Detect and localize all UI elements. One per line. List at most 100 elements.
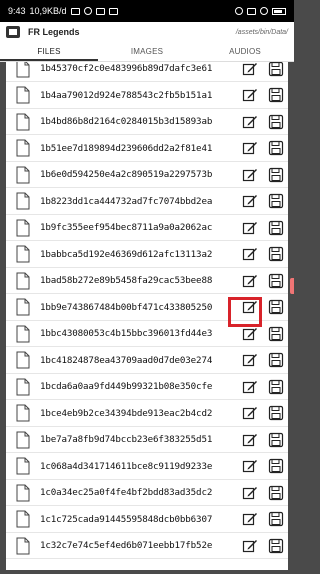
file-row[interactable]: 1c32c7e74c5ef4ed6b071eebb17fb52e <box>6 533 288 559</box>
file-row[interactable]: 1be7a7a8fb9d74bccb23e6f383255d51 <box>6 427 288 453</box>
app-title: FR Legends <box>28 27 80 37</box>
file-row[interactable]: 1b8223dd1ca444732ad7fc7074bbd2ea <box>6 189 288 215</box>
file-icon <box>16 510 30 528</box>
file-name: 1c0a34ec25a0f4fe4bf2bdd83ad35dc2 <box>40 487 213 498</box>
file-name: 1c068a4d341714611bce8c9119d9233e <box>40 460 213 472</box>
edit-icon[interactable] <box>240 431 260 449</box>
save-icon[interactable] <box>266 192 286 210</box>
file-name: 1c1c725cada91445595848dcb0bb6307 <box>40 513 213 525</box>
file-name: 1bcda6a0aa9fd449b99321b08e350cfe <box>40 381 213 392</box>
battery-icon <box>272 7 286 15</box>
file-row[interactable]: 1b45370cf2c0e483996b89d7dafc3e61 <box>6 62 288 82</box>
file-icon <box>16 192 30 210</box>
edit-icon[interactable] <box>240 325 260 343</box>
edit-icon[interactable] <box>240 537 260 555</box>
file-row[interactable]: 1b4bd86b8d2164c0284015b3d15893ab <box>6 109 288 135</box>
status-bar: 9:43 10,9KB/d <box>0 0 294 22</box>
file-row[interactable]: 1b6e0d594250e4a2c890519a2297573b <box>6 162 288 188</box>
save-icon[interactable] <box>266 484 286 502</box>
edit-icon[interactable] <box>240 404 260 422</box>
file-name: 1b4aa79012d924e788543c2fb5b151a1 <box>40 89 213 101</box>
wifi-icon <box>260 7 268 15</box>
file-icon <box>16 484 30 502</box>
save-icon[interactable] <box>266 404 286 422</box>
scroll-indicator[interactable] <box>290 278 294 294</box>
file-name: 1c32c7e74c5ef4ed6b071eebb17fb52e <box>40 540 213 551</box>
edit-icon[interactable] <box>240 510 260 528</box>
file-row[interactable]: 1bce4eb9b2ce34394bde913eac2b4cd2 <box>6 401 288 427</box>
save-icon[interactable] <box>266 298 286 316</box>
tab-audios[interactable]: AUDIOS <box>196 42 294 61</box>
edit-icon[interactable] <box>240 113 260 131</box>
file-icon <box>16 245 30 263</box>
tab-files[interactable]: FILES <box>0 42 98 61</box>
notification-icon <box>108 7 118 15</box>
edit-icon[interactable] <box>240 139 260 157</box>
file-icon <box>16 139 30 157</box>
file-icon <box>16 404 30 422</box>
save-icon[interactable] <box>266 62 286 78</box>
tab-bar: FILES IMAGES AUDIOS <box>0 42 294 62</box>
save-icon[interactable] <box>266 245 286 263</box>
app-logo-icon <box>6 26 20 38</box>
save-icon[interactable] <box>266 431 286 449</box>
tab-images[interactable]: IMAGES <box>98 42 196 61</box>
file-name: 1bb9e743867484b00bf471c433805250 <box>40 301 213 313</box>
file-row[interactable]: 1bad58b272e89b5458fa29cac53bee88 <box>6 268 288 294</box>
file-name: 1bce4eb9b2ce34394bde913eac2b4cd2 <box>40 407 213 419</box>
edit-icon[interactable] <box>240 351 260 369</box>
file-row[interactable]: 1b4aa79012d924e788543c2fb5b151a1 <box>6 83 288 109</box>
file-name: 1b6e0d594250e4a2c890519a2297573b <box>40 169 213 180</box>
highlight-box <box>228 297 262 327</box>
assets-path: /assets/bin/Data/ <box>235 28 288 36</box>
file-name: 1b8223dd1ca444732ad7fc7074bbd2ea <box>40 195 213 207</box>
alarm-icon <box>235 7 243 15</box>
save-icon[interactable] <box>266 86 286 104</box>
file-icon <box>16 86 30 104</box>
edit-icon[interactable] <box>240 272 260 290</box>
file-row[interactable]: 1bc41824878ea43709aad0d7de03e274 <box>6 348 288 374</box>
file-name: 1b9fc355eef954bec8711a9a0a2062ac <box>40 222 213 233</box>
edit-icon[interactable] <box>240 457 260 475</box>
save-icon[interactable] <box>266 351 286 369</box>
file-name: 1bc41824878ea43709aad0d7de03e274 <box>40 354 213 366</box>
status-time: 9:43 <box>8 6 26 16</box>
file-row[interactable]: 1c1c725cada91445595848dcb0bb6307 <box>6 507 288 533</box>
file-name: 1babbca5d192e46369d612afc13113a2 <box>40 248 213 260</box>
edit-icon[interactable] <box>240 245 260 263</box>
save-icon[interactable] <box>266 113 286 131</box>
save-icon[interactable] <box>266 378 286 396</box>
signal-icon <box>247 7 256 15</box>
status-right <box>235 7 286 15</box>
edit-icon[interactable] <box>240 219 260 237</box>
file-row[interactable]: 1c068a4d341714611bce8c9119d9233e <box>6 454 288 480</box>
save-icon[interactable] <box>266 457 286 475</box>
save-icon[interactable] <box>266 166 286 184</box>
save-icon[interactable] <box>266 272 286 290</box>
save-icon[interactable] <box>266 139 286 157</box>
headphones-icon <box>83 7 92 15</box>
edit-icon[interactable] <box>240 484 260 502</box>
file-row[interactable]: 1b9fc355eef954bec8711a9a0a2062ac <box>6 215 288 241</box>
edit-icon[interactable] <box>240 86 260 104</box>
file-row[interactable]: 1c0a34ec25a0f4fe4bf2bdd83ad35dc2 <box>6 480 288 506</box>
file-icon <box>16 113 30 131</box>
edit-icon[interactable] <box>240 378 260 396</box>
edit-icon[interactable] <box>240 192 260 210</box>
file-icon <box>16 272 30 290</box>
save-icon[interactable] <box>266 219 286 237</box>
file-row[interactable]: 1b51ee7d189894d239606dd2a2f81e41 <box>6 136 288 162</box>
status-network-speed: 10,9KB/d <box>29 6 67 16</box>
edit-icon[interactable] <box>240 62 260 78</box>
file-icon <box>16 351 30 369</box>
file-name: 1b51ee7d189894d239606dd2a2f81e41 <box>40 142 213 154</box>
file-name: 1bad58b272e89b5458fa29cac53bee88 <box>40 275 213 286</box>
file-icon <box>16 537 30 555</box>
save-icon[interactable] <box>266 537 286 555</box>
file-icon <box>16 219 30 237</box>
file-row[interactable]: 1babbca5d192e46369d612afc13113a2 <box>6 242 288 268</box>
save-icon[interactable] <box>266 510 286 528</box>
save-icon[interactable] <box>266 325 286 343</box>
file-row[interactable]: 1bcda6a0aa9fd449b99321b08e350cfe <box>6 374 288 400</box>
edit-icon[interactable] <box>240 166 260 184</box>
